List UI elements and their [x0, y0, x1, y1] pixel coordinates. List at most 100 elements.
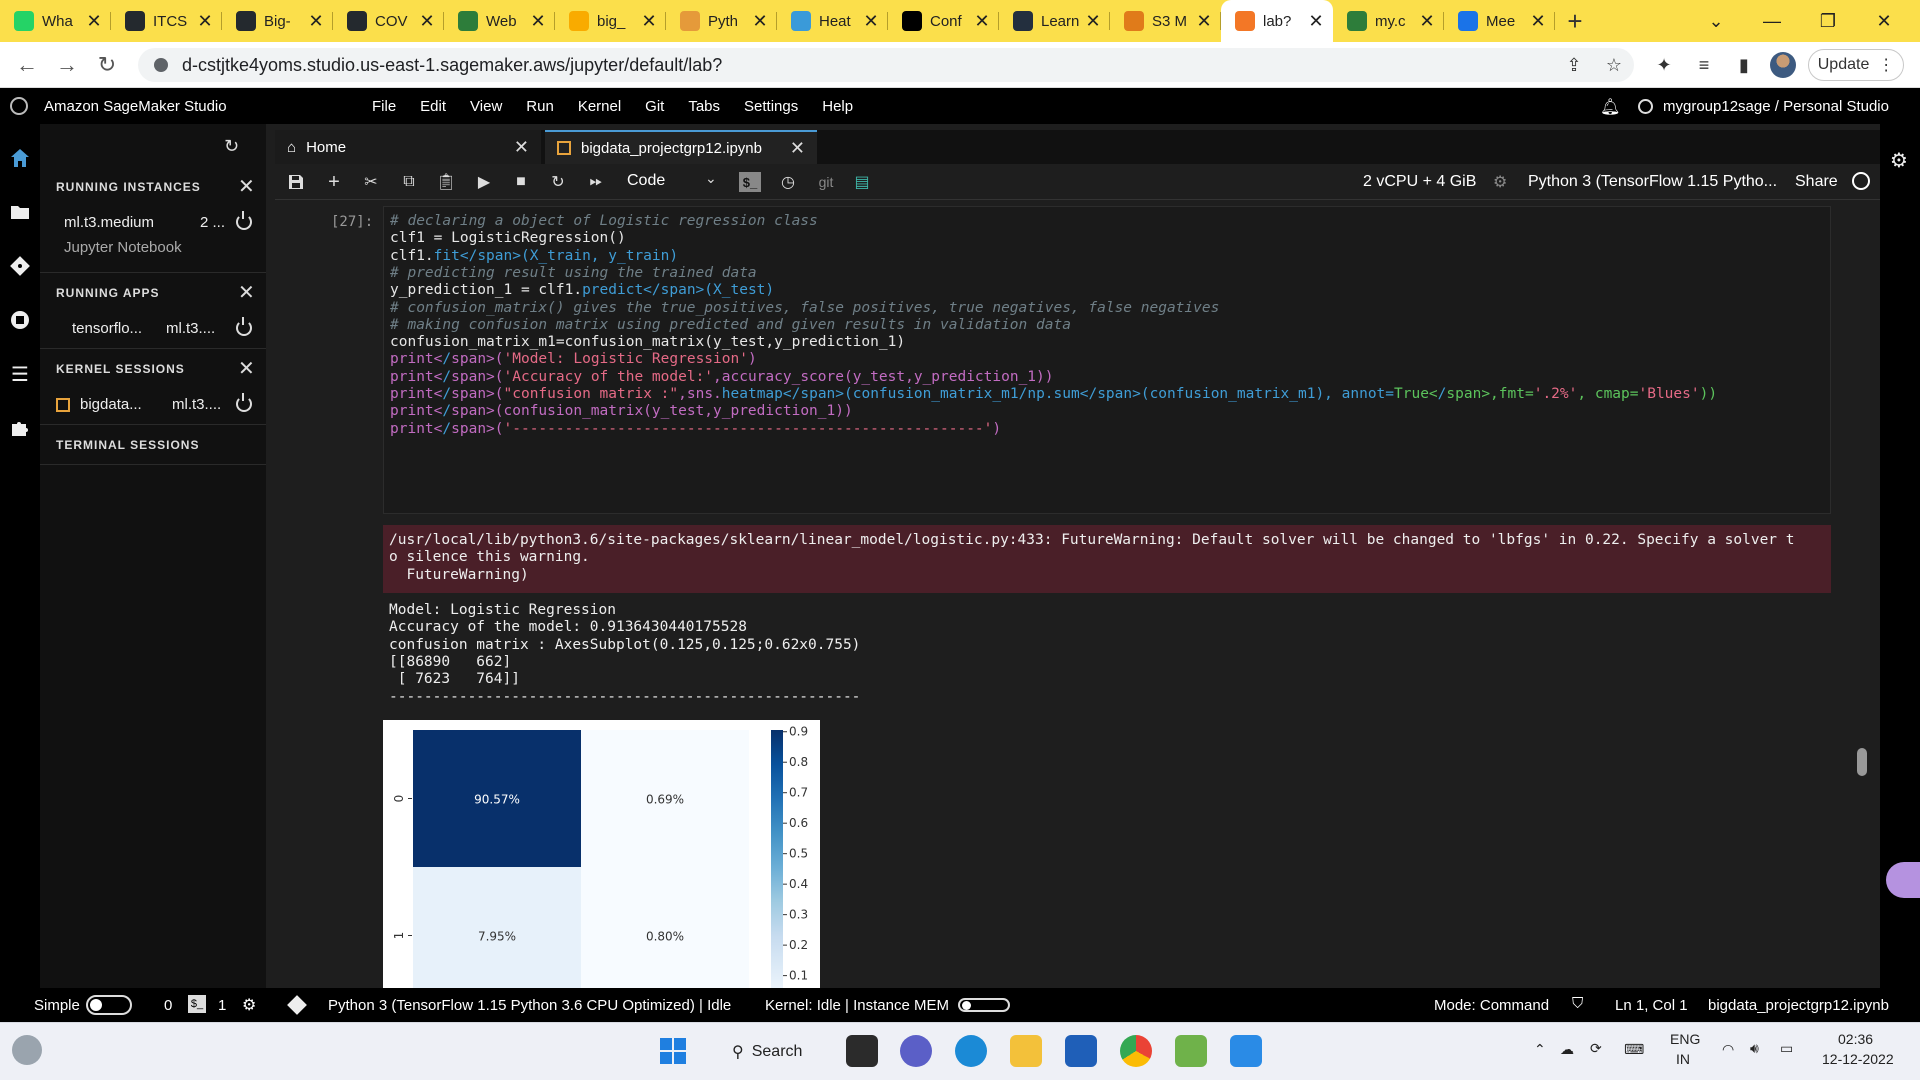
browser-tab[interactable]: big_ ✕ — [555, 0, 666, 42]
menu-item-file[interactable]: File — [372, 98, 396, 115]
browser-tab[interactable]: Heat ✕ — [777, 0, 888, 42]
close-tab-icon[interactable]: ✕ — [1084, 11, 1102, 32]
cursor-position[interactable]: Ln 1, Col 1 — [1615, 997, 1688, 1014]
insert-cell-icon[interactable]: + — [323, 171, 345, 193]
home-icon[interactable] — [8, 146, 32, 170]
menu-item-edit[interactable]: Edit — [420, 98, 446, 115]
scrollbar-thumb[interactable] — [1857, 748, 1867, 776]
bookmark-star-icon[interactable]: ☆ — [1602, 53, 1626, 77]
shutdown-kernel-icon[interactable] — [236, 393, 252, 412]
browser-tab[interactable]: Web ✕ — [444, 0, 555, 42]
close-tab-icon[interactable]: ✕ — [1195, 11, 1213, 32]
menu-item-help[interactable]: Help — [822, 98, 853, 115]
profile-avatar[interactable] — [1770, 52, 1796, 78]
region-indicator[interactable]: IN — [1676, 1051, 1690, 1067]
restart-kernel-icon[interactable]: ↻ — [547, 172, 569, 192]
browser-tab[interactable]: Pyth ✕ — [666, 0, 777, 42]
save-icon[interactable] — [285, 172, 307, 192]
folder-icon[interactable] — [8, 200, 32, 224]
git-branch-icon[interactable] — [286, 994, 308, 1020]
clock-date[interactable]: 12-12-2022 — [1822, 1051, 1894, 1067]
kernel-count[interactable]: 0 — [164, 997, 172, 1014]
run-icon[interactable]: ▶ — [473, 172, 495, 192]
extension-manager-icon[interactable] — [8, 416, 32, 440]
browser-tab[interactable]: Big- ✕ — [222, 0, 333, 42]
forward-button[interactable]: → — [52, 50, 82, 80]
kernel-gear-icon[interactable]: ⚙ — [242, 995, 256, 1015]
git-diff-icon[interactable]: git — [813, 172, 839, 192]
reload-button[interactable]: ↻ — [92, 50, 122, 80]
close-running-apps-icon[interactable]: ✕ — [238, 280, 255, 305]
language-indicator[interactable]: ENG — [1670, 1031, 1700, 1047]
shutdown-app-icon[interactable] — [236, 317, 252, 336]
browser-tab[interactable]: my.c ✕ — [1333, 0, 1444, 42]
taskbar-search[interactable]: ⚲ Search — [722, 1035, 830, 1069]
clock-icon[interactable]: ◷ — [777, 172, 799, 192]
menu-item-run[interactable]: Run — [526, 98, 554, 115]
close-tab-icon[interactable]: ✕ — [418, 11, 436, 32]
windows-start-icon[interactable] — [657, 1035, 689, 1067]
close-tab-icon[interactable]: ✕ — [529, 11, 547, 32]
kernel-status-text[interactable]: Python 3 (TensorFlow 1.15 Python 3.6 CPU… — [328, 997, 731, 1014]
close-tab-icon[interactable]: ✕ — [751, 11, 769, 32]
terminal-icon[interactable]: $_ — [739, 172, 761, 192]
close-window-button[interactable]: ✕ — [1856, 0, 1912, 42]
feedback-chat-icon[interactable] — [1886, 862, 1920, 898]
menu-item-tabs[interactable]: Tabs — [688, 98, 720, 115]
share-button[interactable]: Share — [1795, 173, 1838, 191]
side-panel-icon[interactable]: ▮ — [1732, 53, 1756, 77]
browser-tab[interactable]: Mee ✕ — [1444, 0, 1555, 42]
close-tab-icon[interactable]: ✕ — [862, 11, 880, 32]
table-of-contents-icon[interactable]: ☰ — [8, 362, 32, 386]
close-running-instances-icon[interactable]: ✕ — [238, 174, 255, 199]
close-tab-icon[interactable]: ✕ — [196, 11, 214, 32]
teams-chat-icon[interactable] — [900, 1035, 932, 1067]
refresh-icon[interactable]: ↻ — [224, 136, 239, 157]
back-button[interactable]: ← — [12, 50, 42, 80]
battery-icon[interactable]: ▭ — [1780, 1040, 1793, 1057]
menu-item-view[interactable]: View — [470, 98, 502, 115]
url-input[interactable]: d-cstjtke4yoms.studio.us-east-1.sagemake… — [138, 48, 1634, 82]
code-cell-editor[interactable]: # declaring a object of Logistic regress… — [383, 206, 1831, 514]
trust-shield-icon[interactable]: ⛉ — [1572, 995, 1583, 1012]
update-button[interactable]: Update ⋮ — [1808, 49, 1904, 81]
running-terminals-icon[interactable] — [8, 308, 32, 332]
kernel-name[interactable]: Python 3 (TensorFlow 1.15 Pytho... — [1528, 173, 1777, 191]
kernel-settings-icon[interactable]: ⚙ — [1493, 172, 1507, 192]
close-home-tab-icon[interactable]: ✕ — [514, 137, 529, 158]
photos-icon[interactable] — [1230, 1035, 1262, 1067]
tab-search-icon[interactable]: ⌄ — [1688, 0, 1744, 42]
sync-icon[interactable]: ⟳ — [1590, 1040, 1602, 1057]
tab-home[interactable]: ⌂ Home ✕ — [275, 130, 541, 164]
close-tab-icon[interactable]: ✕ — [1529, 11, 1547, 32]
task-view-icon[interactable] — [846, 1035, 878, 1067]
keyboard-icon[interactable]: ⌨ — [1624, 1041, 1644, 1058]
microsoft-store-icon[interactable] — [1065, 1035, 1097, 1067]
close-tab-icon[interactable]: ✕ — [1418, 11, 1436, 32]
weather-widget-icon[interactable] — [12, 1035, 42, 1065]
wifi-icon[interactable]: ◠ — [1722, 1041, 1734, 1058]
git-icon[interactable] — [8, 254, 32, 278]
chevron-down-icon[interactable]: ⌄ — [705, 170, 717, 187]
edge-icon[interactable] — [955, 1035, 987, 1067]
menu-item-git[interactable]: Git — [645, 98, 664, 115]
close-tab-icon[interactable]: ✕ — [1307, 11, 1325, 32]
clock-time[interactable]: 02:36 — [1838, 1031, 1873, 1047]
menu-item-kernel[interactable]: Kernel — [578, 98, 621, 115]
shutdown-instance-icon[interactable] — [236, 211, 252, 230]
maximize-button[interactable]: ❐ — [1800, 0, 1856, 42]
close-kernel-sessions-icon[interactable]: ✕ — [238, 356, 255, 381]
mode-indicator[interactable]: Mode: Command — [1434, 997, 1549, 1014]
paint-icon[interactable] — [1175, 1035, 1207, 1067]
volume-icon[interactable]: 🔊︎ — [1750, 1040, 1759, 1057]
extensions-icon[interactable]: ✦ — [1652, 53, 1676, 77]
stop-icon[interactable]: ■ — [510, 172, 532, 192]
file-explorer-icon[interactable] — [1010, 1035, 1042, 1067]
app-name[interactable]: tensorflo... — [72, 320, 142, 337]
browser-tab[interactable]: Wha ✕ — [0, 0, 111, 42]
user-menu[interactable]: mygroup12sage / Personal Studio — [1638, 98, 1889, 115]
browser-tab[interactable]: lab? ✕ — [1221, 0, 1333, 42]
show-hidden-icons-icon[interactable]: ⌃ — [1534, 1041, 1546, 1058]
terminal-count[interactable]: 1 — [218, 997, 226, 1014]
close-tab-icon[interactable]: ✕ — [307, 11, 325, 32]
